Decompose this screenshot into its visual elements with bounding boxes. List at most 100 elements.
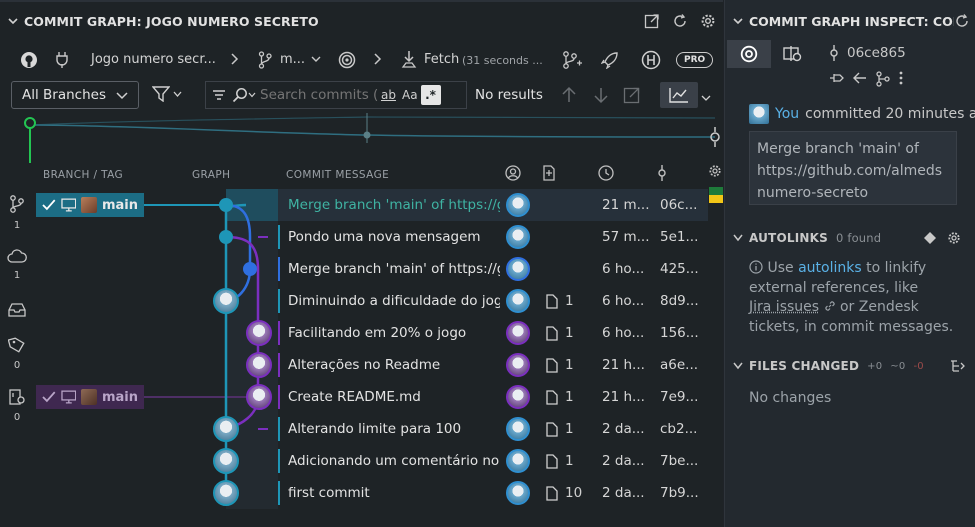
files-changed-section-header[interactable]: FILES CHANGED +0 ~0 -0: [733, 359, 968, 373]
committer-name[interactable]: You: [775, 106, 799, 122]
autolinks-text: tickets, in commit messages.: [749, 318, 971, 338]
link-icon: [824, 300, 836, 312]
commit-time: 2 da...: [602, 421, 645, 437]
column-commit-message[interactable]: COMMIT MESSAGE: [286, 169, 389, 181]
match-whole-word-toggle[interactable]: ab: [378, 87, 399, 103]
minimap-toggle-chart-icon[interactable]: [660, 82, 698, 108]
create-branch-icon[interactable]: [562, 50, 582, 70]
branches-activity[interactable]: 1: [0, 194, 34, 231]
gitkraken-icon[interactable]: [641, 50, 661, 70]
github-icon[interactable]: [20, 51, 38, 69]
view-as-tree-icon[interactable]: [950, 359, 966, 376]
commit-row[interactable]: Alterando limite para 100 1 2 da... cb2.…: [278, 413, 708, 445]
files-modified-count: ~0: [890, 361, 905, 372]
tab-commit-details[interactable]: [727, 40, 771, 68]
settings-gear-icon[interactable]: [699, 12, 717, 30]
commit-row[interactable]: Merge branch 'main' of https://gith 21 m…: [278, 189, 708, 221]
branch-name[interactable]: m...: [280, 52, 305, 67]
remotes-activity[interactable]: 1: [0, 248, 34, 281]
commit-row[interactable]: Diminuindo a dificuldade do jogo e 1 6 h…: [278, 285, 708, 317]
search-filter-lines-icon[interactable]: [212, 89, 226, 101]
author-avatar: [506, 289, 530, 313]
graph-avatar-node[interactable]: [246, 352, 272, 378]
commit-search-box: ab Aa .*: [205, 81, 467, 109]
column-branch-tag[interactable]: BRANCH / TAG: [43, 169, 123, 181]
graph-avatar-node[interactable]: [246, 384, 272, 410]
graph-avatar-node[interactable]: [213, 448, 239, 474]
tags-activity[interactable]: 0: [0, 336, 34, 371]
pro-badge[interactable]: PRO: [676, 52, 713, 68]
match-case-toggle[interactable]: Aa: [399, 87, 421, 103]
inspect-actions: [829, 71, 903, 91]
files-count: 1: [565, 357, 574, 373]
commit-row[interactable]: Adicionando um comentário no fina 1 2 da…: [278, 445, 708, 477]
filter-funnel-icon[interactable]: [152, 86, 182, 102]
branch-chevron-down-icon[interactable]: [311, 55, 321, 63]
column-graph[interactable]: GRAPH: [192, 169, 230, 181]
chevron-down-icon[interactable]: [8, 16, 18, 26]
refresh-icon[interactable]: [671, 12, 689, 30]
changes-column-icon[interactable]: [542, 165, 556, 184]
inspect-sha[interactable]: 06ce865: [829, 45, 906, 61]
files-count: 1: [565, 325, 574, 341]
search-input[interactable]: [260, 87, 378, 103]
regex-toggle[interactable]: .*: [421, 85, 441, 105]
open-in-editor-icon[interactable]: [643, 12, 661, 30]
search-icon[interactable]: [232, 87, 256, 103]
row-lane-bar: [278, 417, 280, 441]
next-result-arrow-icon[interactable]: [593, 86, 609, 108]
commit-row[interactable]: first commit 10 2 da... 7b9...: [278, 477, 708, 509]
graph-avatar-node[interactable]: [213, 416, 239, 442]
time-column-icon[interactable]: [598, 165, 614, 184]
chevron-down-icon: [733, 362, 743, 370]
graph-avatar-node[interactable]: [246, 320, 272, 346]
repo-name[interactable]: Jogo numero secr...: [91, 52, 216, 67]
previous-result-arrow-icon[interactable]: [561, 86, 577, 108]
remotes-count: 1: [0, 270, 34, 281]
commit-row[interactable]: Create README.md 1 21 h... 7e9...: [278, 381, 708, 413]
open-in-view-icon[interactable]: [623, 86, 641, 108]
commit-row[interactable]: Alterações no Readme 1 21 h... a6e...: [278, 349, 708, 381]
columns-settings-gear-icon[interactable]: [708, 164, 722, 181]
target-icon[interactable]: [338, 51, 356, 69]
commit-row[interactable]: Facilitando em 20% o jogo 1 6 ho... 156.…: [278, 317, 708, 349]
fetch-icon[interactable]: [401, 50, 417, 70]
inspect-header: COMMIT GRAPH INSPECT: COM...: [725, 0, 975, 42]
back-arrow-icon[interactable]: [853, 71, 867, 91]
file-icon: [546, 454, 558, 469]
files-count: 1: [565, 293, 574, 309]
worktrees-count: 0: [0, 412, 34, 423]
commit-sha: cb2...: [660, 421, 697, 437]
autolinks-body: Use autolinks to linkify external refere…: [749, 259, 971, 337]
author-column-icon[interactable]: [505, 165, 521, 184]
commit-message-line: numero-secreto: [757, 182, 949, 204]
commit-row[interactable]: Merge branch 'main' of https://gith 6 ho…: [278, 253, 708, 285]
commit-sha: 5e1...: [660, 229, 698, 245]
fetch-button[interactable]: Fetch: [424, 52, 459, 67]
worktrees-activity[interactable]: 0: [0, 388, 34, 423]
minimap-chevron-down-icon[interactable]: [701, 91, 711, 107]
commit-minimap[interactable]: [0, 113, 723, 163]
more-actions-icon[interactable]: [899, 71, 903, 91]
plug-icon[interactable]: [55, 51, 69, 69]
tab-search-compare[interactable]: [771, 40, 815, 68]
jira-issues-link[interactable]: Jira issues: [749, 299, 819, 315]
autolinks-section-header[interactable]: AUTOLINKS 0 found: [733, 231, 968, 245]
branch-compare-icon[interactable]: [875, 71, 891, 91]
commit-row[interactable]: Pondo uma nova mensagem 57 m... 5e1...: [278, 221, 708, 253]
file-icon: [546, 422, 558, 437]
sha-column-icon[interactable]: [656, 165, 668, 184]
autolinks-settings-gear-icon[interactable]: [947, 231, 961, 248]
author-avatar: [506, 257, 530, 281]
autolinks-link[interactable]: autolinks: [798, 260, 862, 276]
rocket-icon[interactable]: [601, 51, 619, 69]
file-icon: [546, 326, 558, 341]
chevron-down-icon[interactable]: [733, 16, 743, 26]
graph-avatar-node[interactable]: [213, 288, 239, 314]
autolinks-diamond-icon[interactable]: [923, 231, 937, 248]
refresh-icon[interactable]: [954, 13, 970, 33]
pin-icon[interactable]: [829, 71, 845, 91]
branch-filter-select[interactable]: All Branches: [11, 81, 139, 109]
stashes-activity[interactable]: [0, 302, 34, 322]
graph-avatar-node[interactable]: [213, 480, 239, 506]
